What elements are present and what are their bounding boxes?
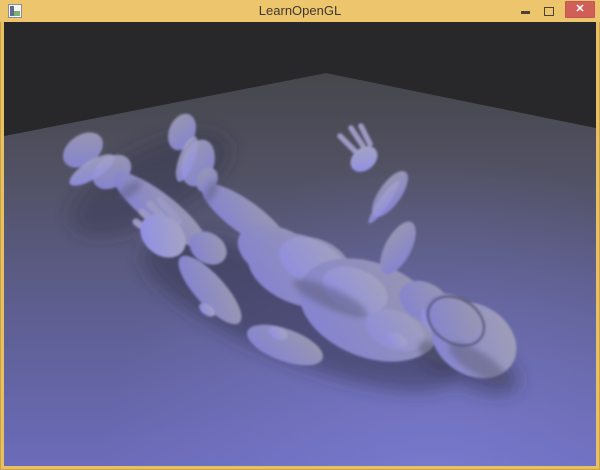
maximize-button[interactable] xyxy=(537,0,561,22)
app-icon-detail xyxy=(14,11,20,16)
minimize-button[interactable] xyxy=(513,0,537,22)
minimize-icon xyxy=(521,11,530,14)
title-bar[interactable]: LearnOpenGL ✕ xyxy=(0,0,600,22)
app-window: LearnOpenGL ✕ xyxy=(0,0,600,470)
window-title: LearnOpenGL xyxy=(0,0,600,22)
opengl-viewport[interactable] xyxy=(4,22,596,466)
window-controls: ✕ xyxy=(513,0,600,22)
maximize-icon xyxy=(544,7,554,16)
app-icon[interactable] xyxy=(8,4,22,18)
close-icon: ✕ xyxy=(575,2,584,17)
close-button[interactable]: ✕ xyxy=(565,1,595,18)
scene-canvas xyxy=(4,22,596,466)
